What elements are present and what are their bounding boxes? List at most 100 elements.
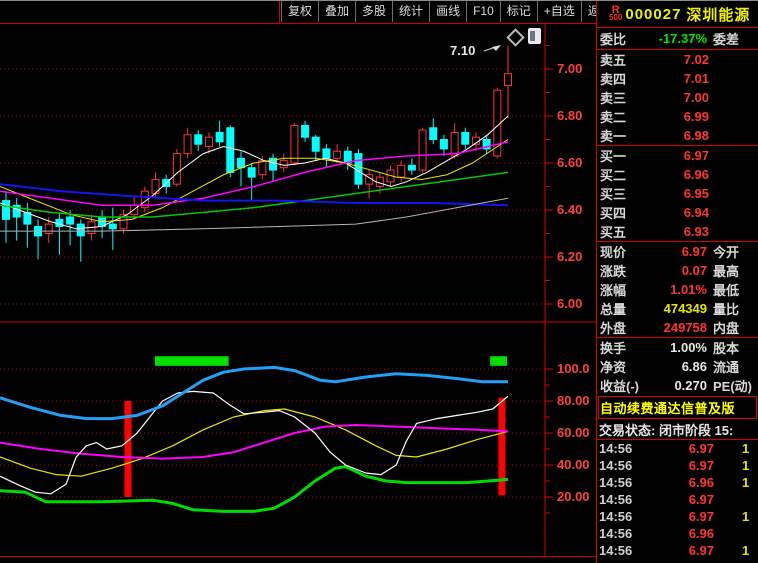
change-label: 涨跌 xyxy=(600,264,627,279)
stock-name: 深圳能源 xyxy=(686,6,751,24)
net-asset-row: 净资 6.86 流通 xyxy=(597,357,758,376)
draw-line-button[interactable]: 画线 xyxy=(430,1,468,22)
change-pct-label: 涨幅 xyxy=(600,283,627,298)
ask4-label: 卖四 xyxy=(600,72,627,87)
tick-time: 14:56 xyxy=(599,475,633,490)
svg-text:7.10: 7.10 xyxy=(450,43,475,58)
bid4-label: 买四 xyxy=(600,206,627,221)
trade-status: 交易状态: 闭市阶段 15: xyxy=(597,420,758,440)
statistics-button[interactable]: 统计 xyxy=(393,1,431,22)
volume-value: 474349 xyxy=(663,301,707,316)
change-pct-row: 涨幅 1.01% 最低 xyxy=(597,280,758,299)
ask2-label: 卖二 xyxy=(600,110,627,125)
ask1-price: 6.98 xyxy=(683,128,709,143)
ask-row-3[interactable]: 卖三 7.00 xyxy=(597,88,758,107)
tick-row: 14:56 6.97 1 xyxy=(597,508,758,525)
ask-block: 卖五 7.02 卖四 7.01 卖三 7.00 卖二 6.99 卖一 6.98 xyxy=(597,50,758,146)
bid1-label: 买一 xyxy=(600,149,627,164)
tick-time: 14:56 xyxy=(599,509,633,524)
net-asset-value: 6.86 xyxy=(681,359,707,374)
bid2-label: 买二 xyxy=(600,168,627,183)
tick-price: 6.97 xyxy=(688,509,714,524)
eps-label: 收益(-) xyxy=(600,379,639,394)
net-asset-label: 净资 xyxy=(600,360,627,375)
svg-text:100.0: 100.0 xyxy=(557,361,590,376)
restore-rights-button[interactable]: 复权 xyxy=(281,1,320,22)
turnover-value: 1.00% xyxy=(670,340,707,355)
tick-time: 14:56 xyxy=(599,441,633,456)
weibi-label: 委比 xyxy=(600,32,627,47)
multi-stock-button[interactable]: 多股 xyxy=(356,1,394,22)
current-price-label: 现价 xyxy=(600,245,627,260)
f10-button[interactable]: F10 xyxy=(467,1,501,22)
tick-price: 6.97 xyxy=(688,492,714,507)
bid1-price: 6.97 xyxy=(683,148,709,163)
ask-row-5[interactable]: 卖五 7.02 xyxy=(597,50,758,69)
bid5-price: 6.93 xyxy=(683,224,709,239)
tick-row: 14:56 6.97 1 xyxy=(597,542,758,559)
tick-row: 14:56 6.96 xyxy=(597,525,758,542)
chart-area[interactable]: 7.00 6.80 6.60 6.40 6.20 6.00 7.10 100.0 80.00 60… xyxy=(0,23,596,563)
tick-row: 14:56 6.97 1 xyxy=(597,457,758,474)
turnover-label: 换手 xyxy=(600,341,627,356)
volume-ratio-label: 量比 xyxy=(713,302,740,317)
mark-button[interactable]: 标记 xyxy=(501,1,538,22)
tick-time: 14:56 xyxy=(599,526,633,541)
svg-text:20.00: 20.00 xyxy=(557,489,590,504)
outer-lot-label: 外盘 xyxy=(600,321,627,336)
outer-lot-value: 249758 xyxy=(663,320,707,335)
bid-block: 买一 6.97 买二 6.96 买三 6.95 买四 6.94 买五 6.93 xyxy=(597,146,758,242)
tick-time: 14:56 xyxy=(599,492,633,507)
change-row: 涨跌 0.07 最高 xyxy=(597,261,758,280)
bid-row-5[interactable]: 买五 6.93 xyxy=(597,222,758,241)
svg-text:6.00: 6.00 xyxy=(557,296,582,311)
change-value: 0.07 xyxy=(681,263,707,278)
stock-code: 000027 xyxy=(625,5,682,23)
kline-and-oscillator-svg[interactable]: 7.00 6.80 6.60 6.40 6.20 6.00 7.10 100.0 80.00 60… xyxy=(0,23,596,563)
svg-text:6.60: 6.60 xyxy=(557,155,582,170)
tick-row: 14:56 6.96 1 xyxy=(597,474,758,491)
tick-volume: 1 xyxy=(742,543,750,558)
panel-toggle-icon-detail xyxy=(530,31,535,41)
toolbar-separator xyxy=(279,1,280,23)
add-watchlist-button[interactable]: +自选 xyxy=(538,1,582,22)
ask-row-1[interactable]: 卖一 6.98 xyxy=(597,126,758,145)
pe-label: PE(动) xyxy=(713,379,753,394)
tick-row: 14:56 6.97 1 xyxy=(597,440,758,457)
volume-label: 总量 xyxy=(600,302,627,317)
svg-text:7.00: 7.00 xyxy=(557,61,582,76)
r500-badge: R 500 xyxy=(609,5,622,22)
high-label: 最高 xyxy=(713,264,740,279)
overlay-button[interactable]: 叠加 xyxy=(319,1,357,22)
fundamental-block: 换手 1.00% 股本 净资 6.86 流通 收益(-) 0.270 PE(动) xyxy=(597,338,758,395)
inner-lot-label: 内盘 xyxy=(713,321,740,336)
ask5-label: 卖五 xyxy=(600,53,627,68)
ask3-label: 卖三 xyxy=(600,91,627,106)
tick-price: 6.96 xyxy=(688,526,714,541)
svg-text:6.40: 6.40 xyxy=(557,202,582,217)
bid-row-2[interactable]: 买二 6.96 xyxy=(597,165,758,184)
bid5-label: 买五 xyxy=(600,225,627,240)
panel-toggle-icon[interactable] xyxy=(528,28,541,44)
ask-row-4[interactable]: 卖四 7.01 xyxy=(597,69,758,88)
open-label: 今开 xyxy=(713,245,740,260)
tick-volume: 1 xyxy=(742,441,750,456)
tick-price: 6.96 xyxy=(688,475,714,490)
ask-row-2[interactable]: 卖二 6.99 xyxy=(597,107,758,126)
bid-row-1[interactable]: 买一 6.97 xyxy=(597,146,758,165)
tick-price: 6.97 xyxy=(688,441,714,456)
turnover-row: 换手 1.00% 股本 xyxy=(597,338,758,357)
eps-value: 0.270 xyxy=(674,378,707,393)
weibi-value: -17.37% xyxy=(658,31,707,46)
bid-row-3[interactable]: 买三 6.95 xyxy=(597,184,758,203)
renewal-notice-banner[interactable]: 自动续费通达信普及版 xyxy=(598,396,757,419)
change-pct-value: 1.01% xyxy=(670,282,707,297)
time-sales-list[interactable]: 14:56 6.97 1 14:56 6.97 1 14:56 6.96 1 1… xyxy=(597,440,758,559)
weibi-row: 委比 -17.37% 委差 xyxy=(597,28,758,50)
ask4-price: 7.01 xyxy=(683,71,709,86)
svg-text:60.00: 60.00 xyxy=(557,425,590,440)
tick-time: 14:56 xyxy=(599,543,633,558)
outer-lot-row: 外盘 249758 内盘 xyxy=(597,318,758,337)
bid-row-4[interactable]: 买四 6.94 xyxy=(597,203,758,222)
tick-row: 14:56 6.97 xyxy=(597,491,758,508)
